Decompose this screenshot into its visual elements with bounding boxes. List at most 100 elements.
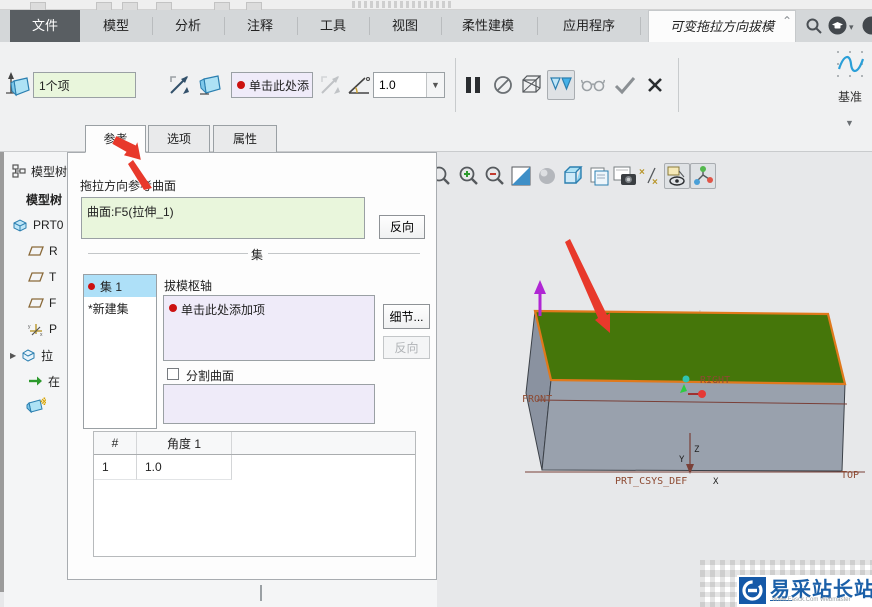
split-surface-checkbox[interactable] bbox=[167, 368, 179, 380]
tab-variable-pull-draft[interactable]: 可变拖拉方向拔模 bbox=[648, 10, 796, 42]
angle-table: # 角度 1 1 1.0 bbox=[93, 431, 416, 557]
angle-dropdown-icon[interactable]: ▼ bbox=[426, 73, 444, 97]
tree-item-top-plane[interactable]: T bbox=[28, 266, 56, 288]
angle-table-row: 1 1.0 bbox=[94, 455, 415, 480]
accept-button[interactable] bbox=[612, 71, 638, 99]
box-top-face-selected[interactable] bbox=[533, 309, 847, 386]
divider bbox=[224, 17, 225, 35]
draft-hinge-icon bbox=[197, 71, 223, 99]
dialog-tab-references[interactable]: 参考 bbox=[85, 125, 146, 153]
learning-center-icon[interactable] bbox=[828, 16, 847, 35]
svg-text:x: x bbox=[40, 332, 43, 336]
tree-item-label: 拉 bbox=[41, 348, 54, 363]
tree-item-right-plane[interactable]: R bbox=[28, 240, 58, 262]
csys-point-teal[interactable] bbox=[682, 375, 690, 383]
draft-angle-combo: ▼ bbox=[373, 72, 445, 98]
tree-item-csys[interactable]: yx P bbox=[28, 318, 57, 340]
draft-surfaces-collector[interactable]: 1个项 bbox=[33, 72, 136, 98]
wireframe-preview-button[interactable] bbox=[517, 71, 543, 99]
quick-access-icon-fragment[interactable] bbox=[246, 2, 262, 10]
set-list-item-new[interactable]: *新建集 bbox=[84, 297, 156, 319]
label-axis-z: Z bbox=[694, 445, 700, 455]
quick-access-icon-fragment[interactable] bbox=[214, 2, 230, 10]
tree-item-draft-feature[interactable]: ※ bbox=[26, 394, 51, 416]
account-icon[interactable] bbox=[862, 16, 872, 35]
verify-glasses-button[interactable] bbox=[580, 71, 606, 99]
set-list-item-selected[interactable]: 集 1 bbox=[84, 275, 156, 297]
model-tree-tab[interactable]: 模型树 bbox=[12, 160, 67, 182]
divider bbox=[88, 253, 248, 254]
tab-view[interactable]: 视图 bbox=[375, 10, 435, 42]
divider bbox=[441, 17, 442, 35]
expand-arrow-icon[interactable]: ▶ bbox=[10, 351, 16, 360]
draft-references-panel: 拖拉方向参考曲面 曲面:F5(拉伸_1) 反向 集 集 1 *新建集 拔模枢轴 … bbox=[67, 152, 437, 580]
splitter-handle[interactable] bbox=[260, 585, 262, 601]
draft-hinge-label: 拔模枢轴 bbox=[164, 279, 213, 293]
tree-item-insert-here[interactable]: 在 bbox=[28, 370, 60, 392]
draft-feature-icon: ※ bbox=[26, 397, 46, 413]
pull-direction-arrowhead bbox=[534, 280, 546, 294]
tab-flexible-modeling[interactable]: 柔性建模 bbox=[448, 10, 528, 42]
pause-button[interactable] bbox=[460, 71, 486, 99]
draft-hinge-collector[interactable]: 单击此处添加项 bbox=[163, 295, 375, 361]
tree-item-extrude[interactable]: ▶ 拉 bbox=[10, 344, 53, 366]
coordinate-system-icon: yx bbox=[28, 324, 43, 336]
dialog-tab-properties[interactable]: 属性 bbox=[213, 125, 277, 153]
divider bbox=[152, 17, 153, 35]
flip-button[interactable]: 反向 bbox=[379, 215, 425, 239]
divider bbox=[640, 17, 641, 35]
set-item-label: *新建集 bbox=[88, 301, 129, 316]
dialog-tab-options[interactable]: 选项 bbox=[148, 125, 210, 153]
sketch-datum-icon[interactable] bbox=[836, 50, 866, 80]
watermark: 易采站长站 Www.Easck.Com Webmaster bbox=[700, 560, 872, 607]
sets-list: 集 1 *新建集 bbox=[83, 274, 157, 429]
window-title-fragment bbox=[352, 1, 452, 8]
search-icon[interactable] bbox=[805, 17, 823, 35]
quick-access-icon-fragment[interactable] bbox=[122, 2, 138, 10]
col-index-header: # bbox=[94, 432, 137, 454]
split-object-collector[interactable] bbox=[163, 384, 375, 424]
svg-text:※: ※ bbox=[40, 397, 46, 407]
divider bbox=[369, 17, 370, 35]
quick-access-icon-fragment[interactable] bbox=[96, 2, 112, 10]
graphics-viewport[interactable]: × × FRONT RIGHT TOP PRT_CSYS_DEF X Y Z bbox=[431, 152, 872, 607]
drag-handle-red[interactable] bbox=[698, 390, 706, 398]
titlebar bbox=[0, 0, 872, 10]
label-axis-y: Y bbox=[679, 455, 685, 465]
tab-annotate[interactable]: 注释 bbox=[230, 10, 290, 42]
chevron-down-icon[interactable]: ▾ bbox=[849, 22, 854, 33]
divider bbox=[537, 17, 538, 35]
tab-model[interactable]: 模型 bbox=[85, 10, 147, 42]
tree-item-part[interactable]: PRT0 bbox=[12, 214, 63, 236]
cell-index: 1 bbox=[94, 455, 137, 480]
details-button[interactable]: 细节... bbox=[383, 304, 430, 329]
cancel-button[interactable] bbox=[642, 71, 668, 99]
reference-surface-collector[interactable]: 曲面:F5(拉伸_1) bbox=[81, 197, 365, 239]
quick-access-icon-fragment[interactable] bbox=[30, 2, 46, 10]
ribbon-collapse-icon[interactable]: ⌃ bbox=[782, 14, 792, 28]
watermark-logo bbox=[739, 577, 766, 604]
no-preview-button[interactable] bbox=[490, 71, 516, 99]
svg-text:y: y bbox=[28, 324, 31, 330]
tree-item-front-plane[interactable]: F bbox=[28, 292, 56, 314]
datum-group-expand-icon[interactable]: ▼ bbox=[845, 118, 854, 128]
tab-applications[interactable]: 应用程序 bbox=[545, 10, 633, 42]
quick-access-icon-fragment[interactable] bbox=[156, 2, 172, 10]
tab-analysis[interactable]: 分析 bbox=[158, 10, 218, 42]
ribbon-tab-bar: 文件 模型 分析 注释 工具 视图 柔性建模 应用程序 可变拖拉方向拔模 ⌃ ▾ bbox=[0, 10, 872, 42]
draft-angle-icon bbox=[346, 71, 372, 99]
tree-item-label: F bbox=[49, 296, 57, 310]
flip-direction-icon[interactable] bbox=[166, 71, 192, 99]
draft-hinge-placeholder: 单击此处添加项 bbox=[181, 303, 266, 317]
tab-tools[interactable]: 工具 bbox=[303, 10, 363, 42]
tab-file[interactable]: 文件 bbox=[10, 10, 80, 42]
draft-hinge-collector[interactable]: 单击此处添 bbox=[231, 72, 313, 98]
cell-angle[interactable]: 1.0 bbox=[137, 455, 232, 480]
flip-direction-disabled-icon bbox=[317, 71, 343, 99]
datum-group-label: 基准 bbox=[838, 90, 863, 104]
draft-angle-input[interactable] bbox=[374, 73, 426, 97]
feature-preview-button[interactable] bbox=[547, 70, 575, 100]
cell-filler bbox=[232, 455, 415, 480]
divider bbox=[268, 253, 420, 254]
model-scene: FRONT RIGHT TOP PRT_CSYS_DEF X Y Z bbox=[522, 239, 865, 487]
